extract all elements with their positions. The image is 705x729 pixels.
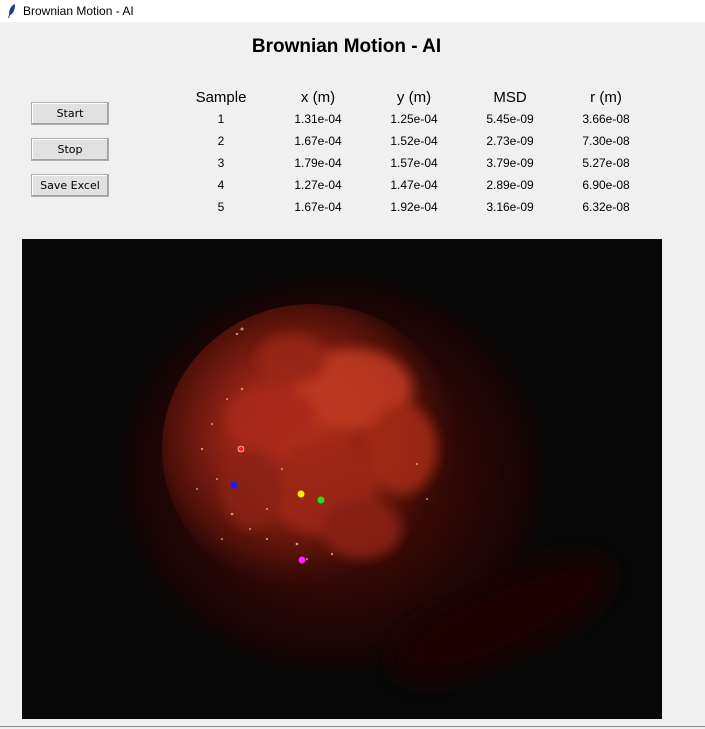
cell-y: 1.25e-04 xyxy=(390,112,438,126)
cell-x: 1.27e-04 xyxy=(294,178,342,192)
cell-msd: 5.45e-09 xyxy=(486,112,534,126)
cell-r: 7.30e-08 xyxy=(582,134,630,148)
microscope-image xyxy=(22,239,662,719)
cell-sample: 4 xyxy=(217,178,225,192)
table-row: 5 1.67e-04 1.92e-04 3.16e-09 6.32e-08 xyxy=(172,196,654,218)
cell-sample: 5 xyxy=(217,200,225,214)
start-button[interactable]: Start xyxy=(31,102,109,125)
cell-y: 1.52e-04 xyxy=(390,134,438,148)
cell-x: 1.67e-04 xyxy=(294,134,342,148)
cell-x: 1.79e-04 xyxy=(294,156,342,170)
column-header-r: r (m) xyxy=(590,88,622,106)
column-header-x: x (m) xyxy=(300,88,336,106)
stop-button[interactable]: Stop xyxy=(31,138,109,161)
cell-r: 6.90e-08 xyxy=(582,178,630,192)
cell-r: 6.32e-08 xyxy=(582,200,630,214)
particle-marker-green xyxy=(317,496,325,504)
cell-x: 1.31e-04 xyxy=(294,112,342,126)
window-title: Brownian Motion - AI xyxy=(23,4,134,18)
cell-msd: 2.73e-09 xyxy=(486,134,534,148)
table-row: 2 1.67e-04 1.52e-04 2.73e-09 7.30e-08 xyxy=(172,130,654,152)
feather-icon xyxy=(3,2,21,20)
particle-marker-red xyxy=(237,445,245,453)
cell-r: 5.27e-08 xyxy=(582,156,630,170)
microscope-video-feed xyxy=(22,239,662,719)
cell-sample: 1 xyxy=(217,112,225,126)
cell-y: 1.47e-04 xyxy=(390,178,438,192)
particle-marker-yellow xyxy=(297,490,305,498)
table-row: 1 1.31e-04 1.25e-04 5.45e-09 3.66e-08 xyxy=(172,108,654,130)
column-header-sample: Sample xyxy=(195,88,247,106)
cell-msd: 3.16e-09 xyxy=(486,200,534,214)
cell-y: 1.57e-04 xyxy=(390,156,438,170)
results-table: Sample x (m) y (m) MSD r (m) 1 1.31e-04 … xyxy=(172,86,654,218)
particle-marker-magenta xyxy=(298,556,306,564)
window-bottom-border xyxy=(0,726,705,727)
column-header-msd: MSD xyxy=(493,88,527,106)
cell-sample: 2 xyxy=(217,134,225,148)
column-header-y: y (m) xyxy=(396,88,432,106)
cell-y: 1.92e-04 xyxy=(390,200,438,214)
window-titlebar: Brownian Motion - AI xyxy=(0,0,705,22)
table-header-row: Sample x (m) y (m) MSD r (m) xyxy=(172,86,654,108)
cell-sample: 3 xyxy=(217,156,225,170)
cell-msd: 2.89e-09 xyxy=(486,178,534,192)
table-row: 4 1.27e-04 1.47e-04 2.89e-09 6.90e-08 xyxy=(172,174,654,196)
cell-msd: 3.79e-09 xyxy=(486,156,534,170)
save-excel-button[interactable]: Save Excel xyxy=(31,174,109,197)
cell-x: 1.67e-04 xyxy=(294,200,342,214)
particle-marker-blue xyxy=(230,481,238,489)
table-row: 3 1.79e-04 1.57e-04 3.79e-09 5.27e-08 xyxy=(172,152,654,174)
page-title: Brownian Motion - AI xyxy=(251,36,442,57)
cell-r: 3.66e-08 xyxy=(582,112,630,126)
